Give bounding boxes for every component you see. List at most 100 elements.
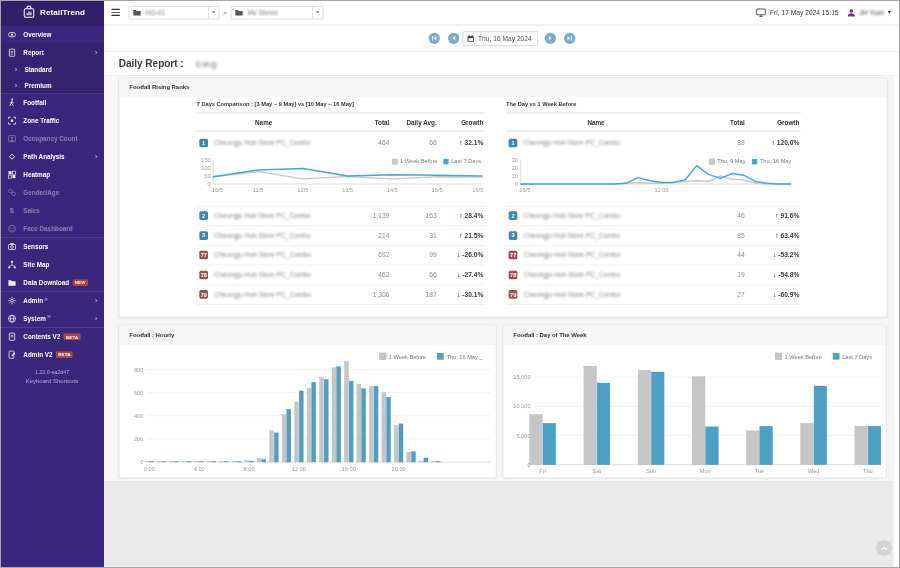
rank-row-2: 2Cheongju Hub Store PC_Combo1,139163↑ 28… — [197, 206, 485, 226]
sidebar-item-face-dashboard[interactable]: Face Dashboard — [0, 219, 104, 237]
gender-age-icon — [7, 188, 18, 197]
avg-value: 187 — [391, 291, 438, 298]
folder-icon — [133, 9, 142, 16]
arrow-up-icon: ↑ — [459, 139, 462, 146]
chevron-right-icon: › — [95, 315, 98, 322]
rank-badge: 77 — [509, 251, 518, 260]
store-name: Cheongju Hub Store PC_Combo — [214, 291, 311, 298]
heatmap-icon — [7, 170, 18, 179]
panel-footfall-dayweek: Footfall : Day of The Week 05,00010,0001… — [503, 325, 887, 478]
store-name: Cheongju Hub Store PC_Combo — [523, 232, 620, 239]
sidebar-item-overview[interactable]: Overview — [0, 25, 104, 43]
arrow-down-icon: ↓ — [457, 291, 460, 298]
date-first-button[interactable] — [429, 33, 440, 44]
sidebar-item-path-analysis[interactable]: Path Analysis› — [0, 147, 104, 165]
table-title: 7 Days Comparison : [3 May ~ 9 May] vs [… — [197, 101, 485, 113]
sidebar-item-footfall[interactable]: Footfall — [0, 93, 104, 111]
sidebar-item-premium[interactable]: ›Premium — [0, 77, 104, 93]
brand-logo[interactable]: RetailTrend — [0, 0, 104, 25]
arrow-down-icon: ↓ — [457, 271, 460, 278]
svg-text:Last 7 Days: Last 7 Days — [842, 354, 872, 360]
brand-name: RetailTrend — [40, 8, 85, 17]
org-select[interactable]: HQ-01 — [129, 6, 220, 19]
growth-value: ↑ 32.1% — [438, 139, 485, 146]
page-title-suffix: CHQ — [196, 59, 219, 68]
date-navigation-bar: Thu, 16 May 2024 — [104, 25, 900, 52]
store-name: Cheongju Hub Store PC_Combo — [524, 252, 621, 259]
svg-text:100: 100 — [201, 165, 210, 171]
svg-text:5,000: 5,000 — [517, 433, 531, 439]
sidebar-item-gender-age[interactable]: Gender/Age — [0, 183, 104, 201]
app-version: 1.22.0-ea2d47 — [0, 369, 104, 375]
data-download-icon — [7, 278, 18, 287]
svg-text:0: 0 — [515, 181, 518, 187]
svg-text:1 Week Before: 1 Week Before — [785, 354, 822, 360]
date-next-button[interactable] — [545, 33, 556, 44]
sidebar-item-admin[interactable]: Admin®› — [0, 291, 104, 309]
svg-text:13/5: 13/5 — [342, 187, 353, 193]
sidebar-item-heatmap[interactable]: Heatmap — [0, 165, 104, 183]
sidebar-item-occupancy-count[interactable]: Occupancy Count — [0, 129, 104, 147]
calendar-icon — [467, 34, 475, 42]
avg-value: 163 — [391, 212, 438, 219]
date-prev-button[interactable] — [448, 33, 459, 44]
table-7days-comparison: 7 Days Comparison : [3 May ~ 9 May] vs [… — [197, 101, 485, 305]
sidebar-item-contents-v2[interactable]: Contents V2BETA — [0, 327, 104, 345]
topbar: HQ-01 > My Stores Fri, 17 May 2024 15:15… — [104, 0, 900, 25]
sidebar-item-system[interactable]: System®› — [0, 309, 104, 327]
total-value: 44 — [686, 252, 746, 259]
svg-text:Wed: Wed — [808, 468, 820, 474]
sensors-icon — [7, 242, 18, 251]
sidebar-item-sensors[interactable]: Sensors — [0, 237, 104, 255]
growth-value: ↑ 21.5% — [438, 232, 485, 239]
hamburger-menu-icon[interactable] — [111, 7, 120, 17]
growth-value: ↑ 28.4% — [438, 212, 485, 219]
total-value: 214 — [331, 232, 391, 239]
rank-badge: 79 — [199, 290, 208, 299]
admin-v2-icon — [7, 350, 18, 359]
page-title-bar: Daily Report : CHQ — [104, 52, 900, 76]
report-icon — [7, 48, 18, 57]
keyboard-shortcuts-link[interactable]: Keyboard Shortcuts — [0, 378, 104, 385]
sidebar-item-site-map[interactable]: Site Map — [0, 255, 104, 273]
store-select[interactable]: My Stores — [231, 6, 324, 19]
svg-text:10,000: 10,000 — [513, 403, 530, 409]
sidebar-item-data-download[interactable]: Data DownloadNEW — [0, 273, 104, 291]
sidebar-nav: OverviewReport››Standard›PremiumFootfall… — [0, 25, 104, 363]
total-value: 464 — [331, 139, 391, 146]
sidebar-item-standard[interactable]: ›Standard — [0, 61, 104, 77]
sidebar-item-sales[interactable]: $Sales — [0, 201, 104, 219]
rank-badge: 79 — [509, 290, 518, 299]
panel-dayweek-title: Footfall : Day of The Week — [503, 325, 886, 344]
svg-text:12:00: 12:00 — [654, 187, 668, 193]
total-value: 88 — [686, 139, 746, 146]
date-last-button[interactable] — [564, 33, 575, 44]
rank-row-77: 77Cheongju Hub Store PC_Combo69299↓ -26.… — [197, 246, 485, 266]
occupancy-icon — [7, 134, 18, 143]
site-map-icon — [7, 260, 18, 269]
sidebar-item-admin-v2[interactable]: Admin V2BETA — [0, 345, 104, 363]
date-picker[interactable]: Thu, 16 May 2024 — [463, 31, 538, 46]
sidebar-item-zone-traffic[interactable]: Zone Traffic — [0, 111, 104, 129]
user-menu-caret-icon[interactable]: ▼ — [887, 9, 892, 15]
store-name: Cheongju Hub Store PC_Combo — [214, 139, 311, 146]
svg-text:400: 400 — [134, 413, 143, 419]
svg-text:Thu, 16 May _: Thu, 16 May _ — [446, 354, 483, 360]
scroll-to-top-button[interactable] — [876, 540, 892, 556]
svg-text:Thu, 16 May: Thu, 16 May — [760, 158, 792, 164]
total-value: 1,139 — [331, 212, 391, 219]
svg-text:Tue: Tue — [755, 468, 765, 474]
arrow-up-icon: ↑ — [775, 232, 778, 239]
svg-text:$: $ — [10, 206, 15, 215]
svg-text:20:00: 20:00 — [392, 466, 406, 472]
store-name: Cheongju Hub Store PC_Combo — [523, 212, 620, 219]
store-select-value: My Stores — [248, 9, 307, 16]
chevron-down-icon — [208, 6, 219, 18]
rank-row-3: 3Cheongju Hub Store PC_Combo21431↑ 21.5% — [197, 226, 485, 246]
rank-row-1: 1Cheongju Hub Store PC_Combo88↑ 120.0% — [506, 131, 801, 154]
svg-text:200: 200 — [134, 436, 143, 442]
total-value: 1,306 — [331, 291, 391, 298]
scrollbar[interactable] — [893, 76, 900, 568]
sidebar-item-report[interactable]: Report› — [0, 43, 104, 61]
svg-text:14/5: 14/5 — [387, 187, 398, 193]
